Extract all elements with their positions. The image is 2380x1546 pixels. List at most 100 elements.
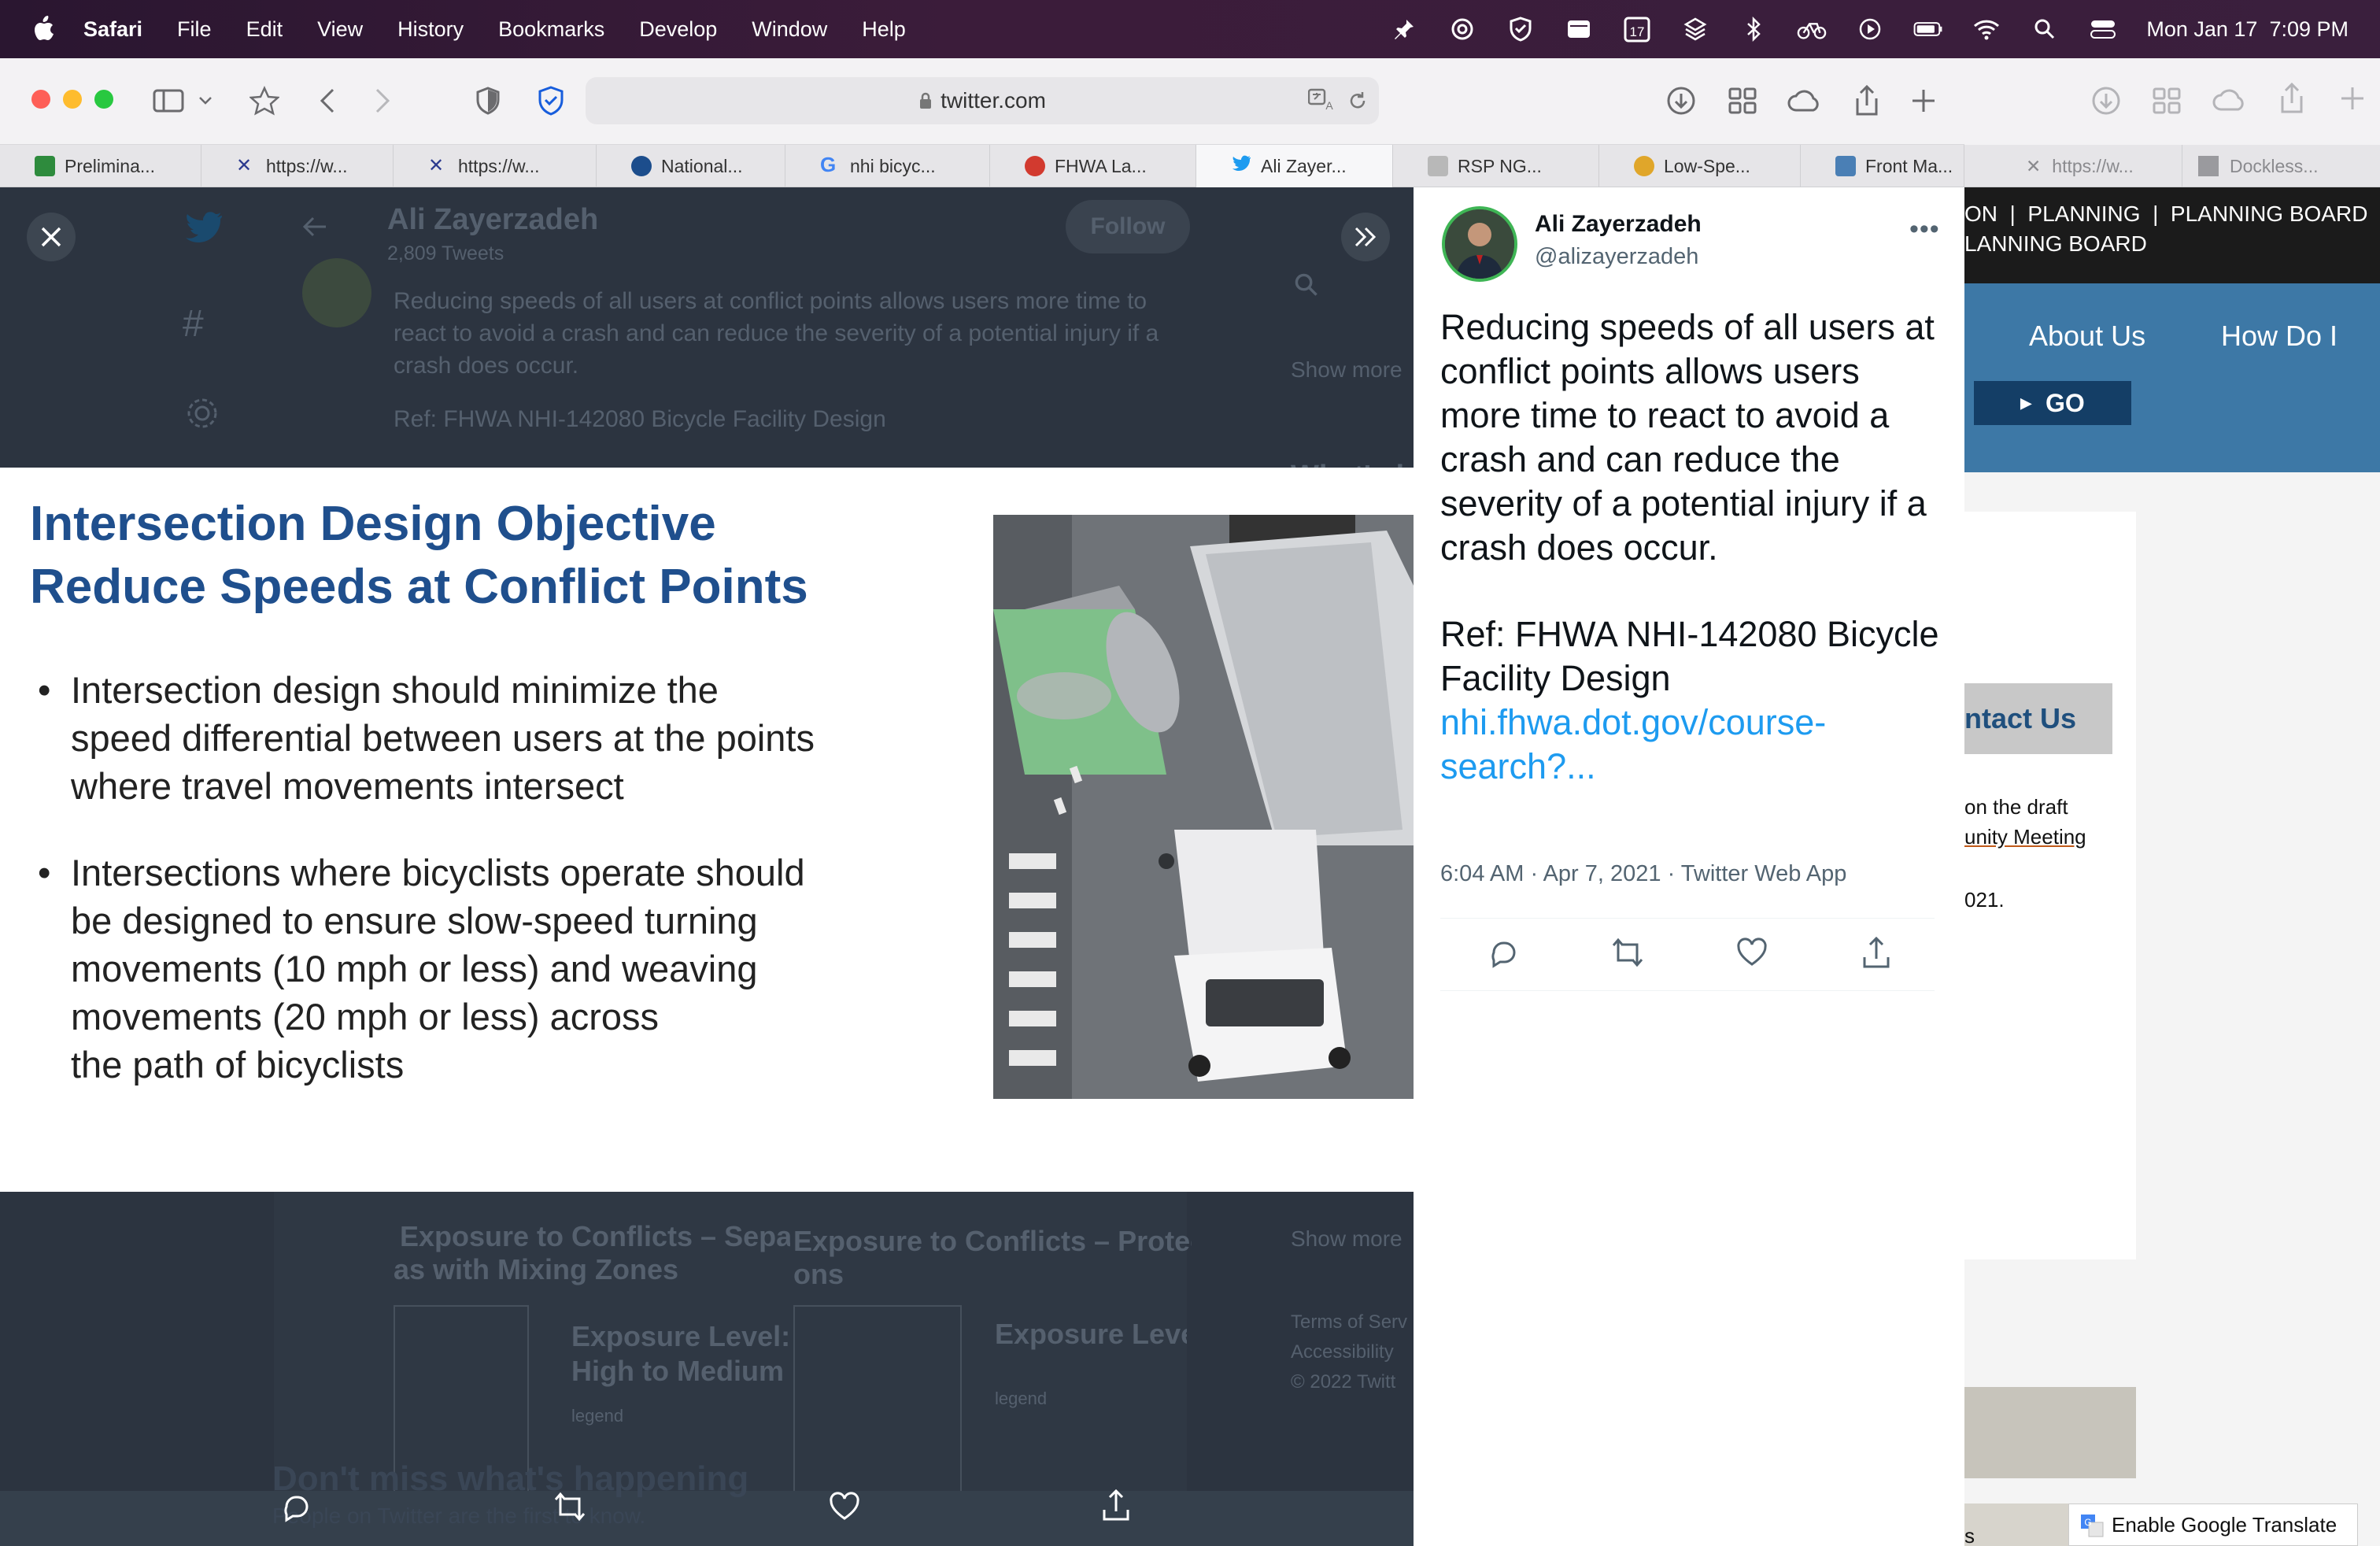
wifi-icon[interactable]: [1972, 14, 2001, 44]
translate-icon[interactable]: A: [1308, 88, 1336, 112]
site-go-button[interactable]: ▶ GO: [1974, 381, 2131, 425]
zoom-window-button[interactable]: [94, 90, 113, 109]
google-translate-button[interactable]: G Enable Google Translate: [2068, 1503, 2358, 1546]
slide-bullet-line: Intersections where bicyclists operate s…: [71, 852, 805, 893]
site-blue-nav: About Us How Do I ▶ GO: [1964, 283, 2380, 472]
menu-view[interactable]: View: [317, 17, 363, 42]
tab[interactable]: Front Ma...: [1801, 145, 1964, 187]
tab[interactable]: Prelimina...: [0, 145, 201, 187]
reload-icon[interactable]: [1347, 90, 1368, 112]
author-handle[interactable]: @alizayerzadeh: [1535, 244, 1698, 270]
media-reply-icon[interactable]: [280, 1491, 312, 1522]
site-nav-links[interactable]: ON | PLANNING | PLANNING BOARD: [1964, 202, 2367, 227]
dim-ref-text: Ref: FHWA NHI-142080 Bicycle Facility De…: [394, 406, 886, 432]
more-options-icon[interactable]: •••: [1909, 214, 1940, 245]
tab-label: https://w...: [266, 155, 348, 176]
slide-bullet-line: the path of bicyclists: [71, 1044, 405, 1086]
author-avatar[interactable]: [1442, 206, 1517, 282]
tweet-link[interactable]: nhi.fhwa.dot.gov/course-search?...: [1440, 701, 1944, 789]
tab[interactable]: Low-Spe...: [1599, 145, 1801, 187]
pin-icon[interactable]: [1389, 14, 1419, 44]
tab-active[interactable]: Ali Zayer...: [1196, 145, 1393, 187]
background-tab[interactable]: ✕ https://w...: [2026, 145, 2168, 187]
tab-overview-icon[interactable]: [1725, 83, 1760, 118]
tab[interactable]: National...: [597, 145, 785, 187]
forward-arrow-icon[interactable]: [365, 83, 400, 118]
close-media-button[interactable]: [27, 213, 76, 261]
menu-edit[interactable]: Edit: [246, 17, 283, 42]
tab-label: https://w...: [458, 155, 540, 176]
site-howdo-link[interactable]: How Do I: [2221, 320, 2338, 353]
bitwarden-icon[interactable]: [534, 83, 568, 118]
chevron-down-icon[interactable]: [194, 83, 217, 118]
site-contact-button[interactable]: ntact Us: [1964, 683, 2112, 754]
menu-help[interactable]: Help: [862, 17, 906, 42]
site-contact-label: ntact Us: [1964, 702, 2077, 734]
play-icon[interactable]: [1855, 14, 1885, 44]
site-top-nav: ON | PLANNING | PLANNING BOARD LANNING B…: [1964, 187, 2380, 283]
tab-bar: Prelimina... ✕ https://w... ✕ https://w...…: [0, 145, 1964, 187]
lock-icon: [918, 91, 933, 110]
new-tab-icon[interactable]: [1906, 83, 1941, 118]
menu-develop[interactable]: Develop: [639, 17, 717, 42]
window-icon[interactable]: [1564, 14, 1594, 44]
tweet-media-image[interactable]: Intersection Design Objective Reduce Spe…: [0, 468, 1414, 1192]
bluetooth-icon[interactable]: [1739, 14, 1768, 44]
menu-history[interactable]: History: [397, 17, 464, 42]
google-translate-label: Enable Google Translate: [2112, 1512, 2338, 1537]
media-share-icon[interactable]: [1100, 1488, 1132, 1522]
icloud-icon[interactable]: [1785, 83, 1824, 118]
menu-window[interactable]: Window: [752, 17, 827, 42]
dim-show-more: Show more: [1291, 357, 1402, 382]
shield-check-icon[interactable]: [1506, 14, 1536, 44]
clock[interactable]: Mon Jan 17 7:09 PM: [2146, 17, 2349, 42]
privacy-shield-icon[interactable]: [471, 83, 505, 118]
reply-icon[interactable]: [1484, 934, 1522, 971]
tab[interactable]: ✕ https://w...: [394, 145, 597, 187]
sidebar-icon[interactable]: [151, 83, 186, 118]
dim-card2-sub: ons: [793, 1258, 844, 1290]
collapse-panel-button[interactable]: [1341, 213, 1390, 261]
menu-app-name[interactable]: Safari: [83, 17, 142, 42]
share-icon[interactable]: [1850, 83, 1884, 118]
svg-text:A: A: [1325, 99, 1333, 112]
downloads-icon[interactable]: [1664, 83, 1698, 118]
bookmark-star-icon[interactable]: [247, 83, 282, 118]
tab-favicon-icon: [1634, 156, 1654, 176]
slide-bullet-line: where travel movements intersect: [71, 765, 624, 807]
close-window-button[interactable]: [31, 90, 50, 109]
background-toolbar: [1964, 58, 2380, 145]
like-icon[interactable]: [1733, 934, 1771, 971]
media-like-icon[interactable]: [828, 1491, 861, 1522]
calendar-icon[interactable]: 17: [1622, 14, 1652, 44]
tab[interactable]: RSP NG...: [1393, 145, 1599, 187]
tab[interactable]: FHWA La...: [990, 145, 1196, 187]
share-icon[interactable]: [1857, 934, 1895, 971]
menu-file[interactable]: File: [177, 17, 212, 42]
background-tab[interactable]: Dockless...: [2182, 145, 2371, 187]
site-meeting-link[interactable]: unity Meeting: [1964, 825, 2086, 849]
creative-cloud-icon[interactable]: [1447, 14, 1477, 44]
site-text-line: on the draft: [1964, 795, 2068, 819]
tab[interactable]: Gnhi bicyc...: [785, 145, 990, 187]
tab[interactable]: ✕ https://w...: [201, 145, 394, 187]
dim-card2-level: Exposure Level: [995, 1318, 1187, 1350]
explore-hash-icon: #: [183, 303, 204, 345]
author-name[interactable]: Ali Zayerzadeh: [1535, 211, 1702, 238]
back-arrow-icon[interactable]: [310, 83, 345, 118]
bike-icon[interactable]: [1797, 14, 1827, 44]
battery-icon[interactable]: [1913, 14, 1943, 44]
control-center-icon[interactable]: [2088, 14, 2118, 44]
spotlight-search-icon[interactable]: [2030, 14, 2060, 44]
layers-icon[interactable]: [1680, 14, 1710, 44]
site-nav-links-line2[interactable]: LANNING BOARD: [1964, 231, 2147, 257]
site-about-link[interactable]: About Us: [2029, 320, 2145, 353]
retweet-icon[interactable]: [1609, 934, 1646, 971]
address-bar[interactable]: twitter.com A: [586, 77, 1379, 124]
tweet-timestamp[interactable]: 6:04 AM · Apr 7, 2021 · Twitter Web App: [1440, 861, 1846, 887]
minimize-window-button[interactable]: [63, 90, 82, 109]
media-retweet-icon[interactable]: [552, 1491, 587, 1522]
google-translate-icon: G: [2080, 1514, 2104, 1537]
menu-bookmarks[interactable]: Bookmarks: [498, 17, 604, 42]
apple-icon[interactable]: [31, 16, 55, 43]
